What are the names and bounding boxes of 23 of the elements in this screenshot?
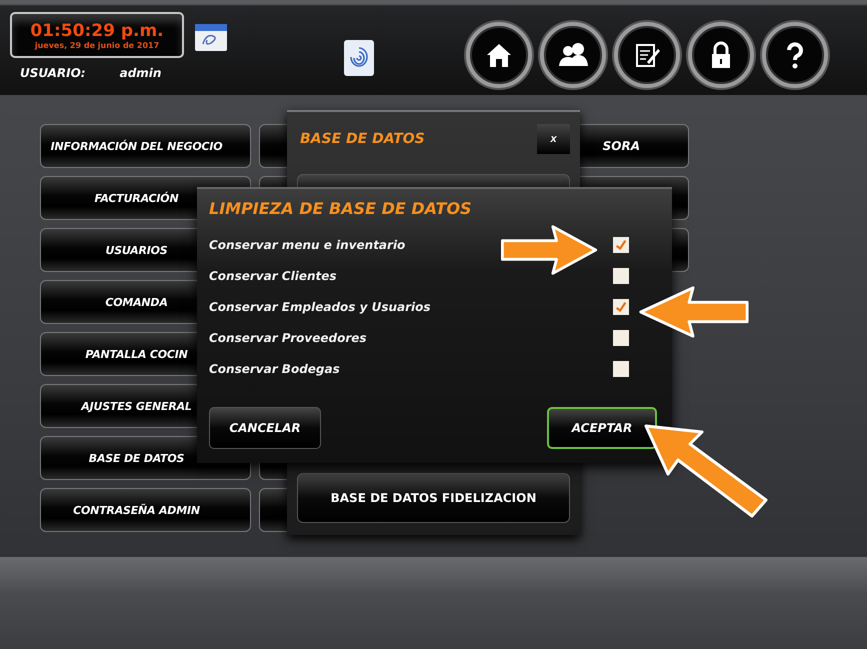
checkbox[interactable] xyxy=(613,330,629,346)
dialog-title: BASE DE DATOS xyxy=(300,131,425,147)
clock-time: 01:50:29 p.m. xyxy=(30,20,164,40)
fingerprint-icon[interactable] xyxy=(344,40,374,76)
menu-button[interactable]: INFORMACIÓN DEL NEGOCIO xyxy=(40,124,251,168)
checkbox[interactable] xyxy=(613,237,629,253)
checkbox[interactable] xyxy=(613,361,629,377)
user-name: admin xyxy=(120,66,162,80)
nav-button[interactable] xyxy=(762,22,828,88)
accept-button[interactable]: ACEPTAR xyxy=(547,407,657,449)
user-label: USUARIO: xyxy=(20,66,86,80)
nav-button[interactable] xyxy=(466,22,532,88)
nav-button[interactable] xyxy=(540,22,606,88)
menu-button[interactable]: BASE DE DATOS FIDELIZACION xyxy=(297,473,570,523)
checkbox[interactable] xyxy=(613,268,629,284)
checkbox[interactable] xyxy=(613,299,629,315)
clock-date: jueves, 29 de junio de 2017 xyxy=(34,40,160,50)
nav-button[interactable] xyxy=(688,22,754,88)
option-label: Conservar Clientes xyxy=(209,269,337,283)
cancel-button[interactable]: CANCELAR xyxy=(209,407,321,449)
close-button[interactable]: x xyxy=(537,124,570,154)
menu-button[interactable]: CONTRASEÑA ADMIN xyxy=(40,488,251,532)
nav-button[interactable] xyxy=(614,22,680,88)
